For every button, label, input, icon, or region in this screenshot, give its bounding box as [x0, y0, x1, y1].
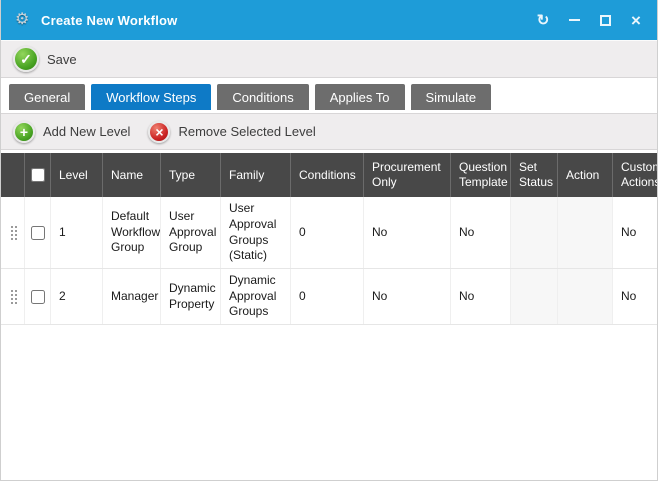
refresh-button[interactable]: ↻ — [532, 9, 554, 31]
cell-custom-actions: No — [613, 269, 658, 324]
cell-family: Dynamic Approval Groups — [221, 269, 291, 324]
remove-selected-level-button[interactable]: × Remove Selected Level — [148, 121, 315, 143]
save-button[interactable]: ✓ Save — [13, 46, 77, 72]
select-all-checkbox[interactable] — [31, 168, 45, 182]
workflow-steps-table: Level Name Type Family Conditions Procur… — [1, 153, 658, 325]
tab-applies-to[interactable]: Applies To — [315, 84, 405, 110]
cell-type: Dynamic Property — [161, 269, 221, 324]
remove-x-icon: × — [148, 121, 170, 143]
drag-handle-icon[interactable] — [9, 226, 18, 240]
create-new-workflow-dialog: ⚙ Create New Workflow ↻ × ✓ Save General… — [0, 0, 658, 481]
gear-icon: ⚙ — [15, 11, 33, 29]
row-drag-cell — [1, 269, 25, 324]
window-title: Create New Workflow — [41, 13, 532, 28]
cell-question-template: No — [451, 269, 511, 324]
cell-action — [558, 197, 613, 268]
row-select-cell — [25, 269, 51, 324]
minimize-button[interactable] — [563, 9, 585, 31]
minimize-icon — [569, 19, 580, 21]
cell-family: User Approval Groups (Static) — [221, 197, 291, 268]
row-checkbox[interactable] — [31, 290, 45, 304]
column-header-family: Family — [221, 153, 291, 197]
cell-custom-actions: No — [613, 197, 658, 268]
table-row[interactable]: 1 Default Workflow Group User Approval G… — [1, 197, 658, 269]
cell-type: User Approval Group — [161, 197, 221, 268]
empty-content-area — [1, 325, 657, 480]
add-new-level-button[interactable]: + Add New Level — [13, 121, 130, 143]
cell-action — [558, 269, 613, 324]
select-all-cell — [25, 153, 51, 197]
cell-conditions: 0 — [291, 269, 364, 324]
column-header-custom-actions: Custom Actions — [613, 153, 658, 197]
close-button[interactable]: × — [625, 9, 647, 31]
cell-procurement-only: No — [364, 269, 451, 324]
level-actions-toolbar: + Add New Level × Remove Selected Level — [1, 113, 657, 150]
plus-icon: + — [13, 121, 35, 143]
cell-level: 2 — [51, 269, 103, 324]
drag-column-header — [1, 153, 25, 197]
row-checkbox[interactable] — [31, 226, 45, 240]
cell-level: 1 — [51, 197, 103, 268]
tab-workflow-steps[interactable]: Workflow Steps — [91, 84, 211, 110]
column-header-set-status: Set Status — [511, 153, 558, 197]
save-toolbar: ✓ Save — [1, 40, 657, 78]
cell-set-status — [511, 197, 558, 268]
column-header-action: Action — [558, 153, 613, 197]
row-select-cell — [25, 197, 51, 268]
cell-name: Default Workflow Group — [103, 197, 161, 268]
tab-simulate[interactable]: Simulate — [411, 84, 492, 110]
cell-procurement-only: No — [364, 197, 451, 268]
column-header-conditions: Conditions — [291, 153, 364, 197]
tab-conditions[interactable]: Conditions — [217, 84, 308, 110]
cell-question-template: No — [451, 197, 511, 268]
tab-bar: General Workflow Steps Conditions Applie… — [1, 78, 657, 110]
remove-selected-level-label: Remove Selected Level — [178, 124, 315, 139]
column-header-question-template: Question Template — [451, 153, 511, 197]
drag-handle-icon[interactable] — [9, 290, 18, 304]
column-header-procurement-only: Procurement Only — [364, 153, 451, 197]
cell-set-status — [511, 269, 558, 324]
save-check-icon: ✓ — [13, 46, 39, 72]
maximize-icon — [600, 15, 611, 26]
maximize-button[interactable] — [594, 9, 616, 31]
tab-general[interactable]: General — [9, 84, 85, 110]
table-row[interactable]: 2 Manager Dynamic Property Dynamic Appro… — [1, 269, 658, 325]
row-drag-cell — [1, 197, 25, 268]
window-controls: ↻ × — [532, 9, 647, 31]
column-header-name: Name — [103, 153, 161, 197]
column-header-type: Type — [161, 153, 221, 197]
table-header-row: Level Name Type Family Conditions Procur… — [1, 153, 658, 197]
add-new-level-label: Add New Level — [43, 124, 130, 139]
cell-name: Manager — [103, 269, 161, 324]
column-header-level: Level — [51, 153, 103, 197]
titlebar: ⚙ Create New Workflow ↻ × — [1, 0, 657, 40]
cell-conditions: 0 — [291, 197, 364, 268]
save-button-label: Save — [47, 52, 77, 67]
